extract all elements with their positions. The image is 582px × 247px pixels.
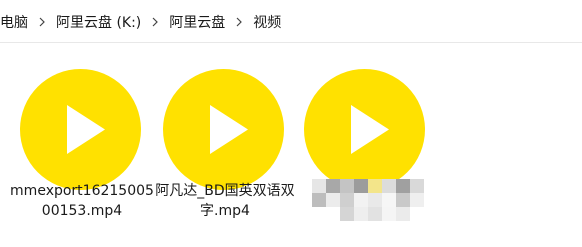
file-item[interactable]: mmexport1621500500153.mp4: [0, 43, 154, 243]
address-bar[interactable]: 电脑 阿里云盘 (K:) 阿里云盘 视频: [0, 0, 582, 43]
file-name: mmexport1621500500153.mp4: [10, 183, 154, 219]
video-play-icon: [304, 69, 425, 190]
chevron-right-icon[interactable]: [30, 14, 54, 30]
file-item[interactable]: 阿凡达_BD国英双语双字.mp4: [143, 43, 295, 243]
chevron-right-icon[interactable]: [227, 14, 251, 30]
video-play-icon: [163, 69, 284, 190]
video-play-icon: [20, 69, 141, 190]
breadcrumb: 电脑 阿里云盘 (K:) 阿里云盘 视频: [0, 12, 283, 32]
breadcrumb-item-aliyun[interactable]: 阿里云盘: [167, 12, 227, 32]
breadcrumb-item-drive[interactable]: 阿里云盘 (K:): [54, 12, 143, 32]
breadcrumb-item-computer[interactable]: 电脑: [0, 12, 30, 32]
file-grid: mmexport1621500500153.mp4 阿凡达_BD国英双语双字.m…: [0, 43, 582, 247]
file-name: 阿凡达_BD国英双语双字.mp4: [155, 183, 295, 219]
breadcrumb-item-videos[interactable]: 视频: [251, 12, 283, 32]
chevron-right-icon[interactable]: [143, 14, 167, 30]
obscured-file-name: [312, 179, 424, 221]
